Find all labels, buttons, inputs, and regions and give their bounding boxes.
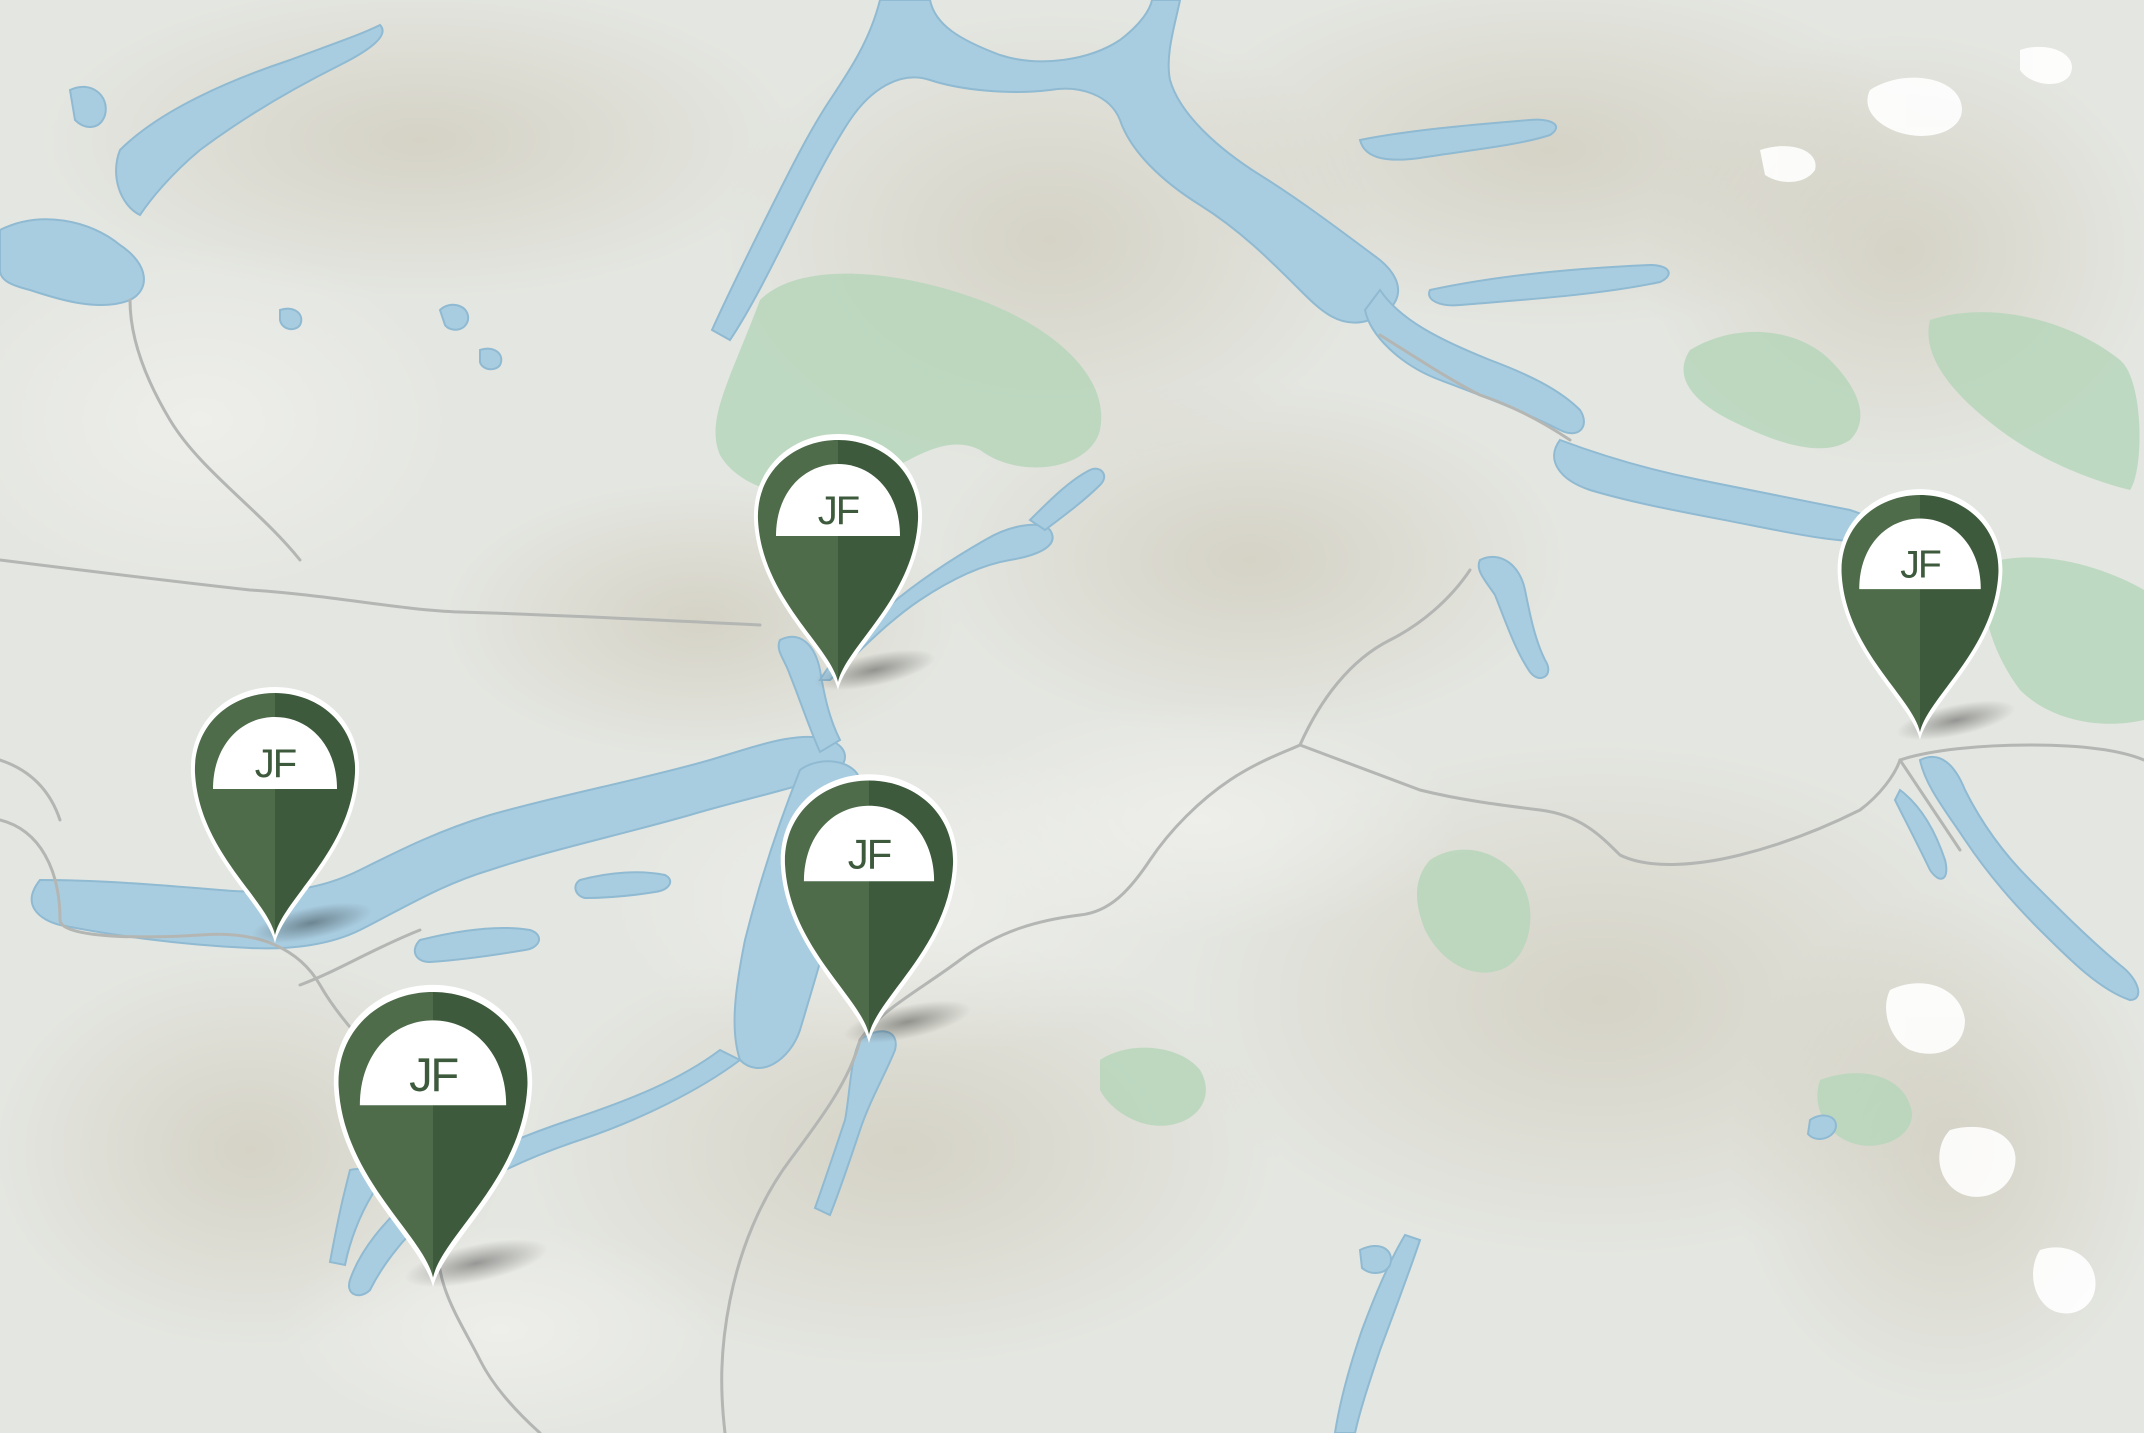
pin-label: JF [255,742,296,786]
pin-label: JF [1900,543,1941,586]
pin-label: JF [848,831,891,878]
pin-label: JF [818,489,859,533]
pin-label: JF [409,1049,457,1102]
terrain-map[interactable]: JF JF JF JF JF [0,0,2144,1433]
